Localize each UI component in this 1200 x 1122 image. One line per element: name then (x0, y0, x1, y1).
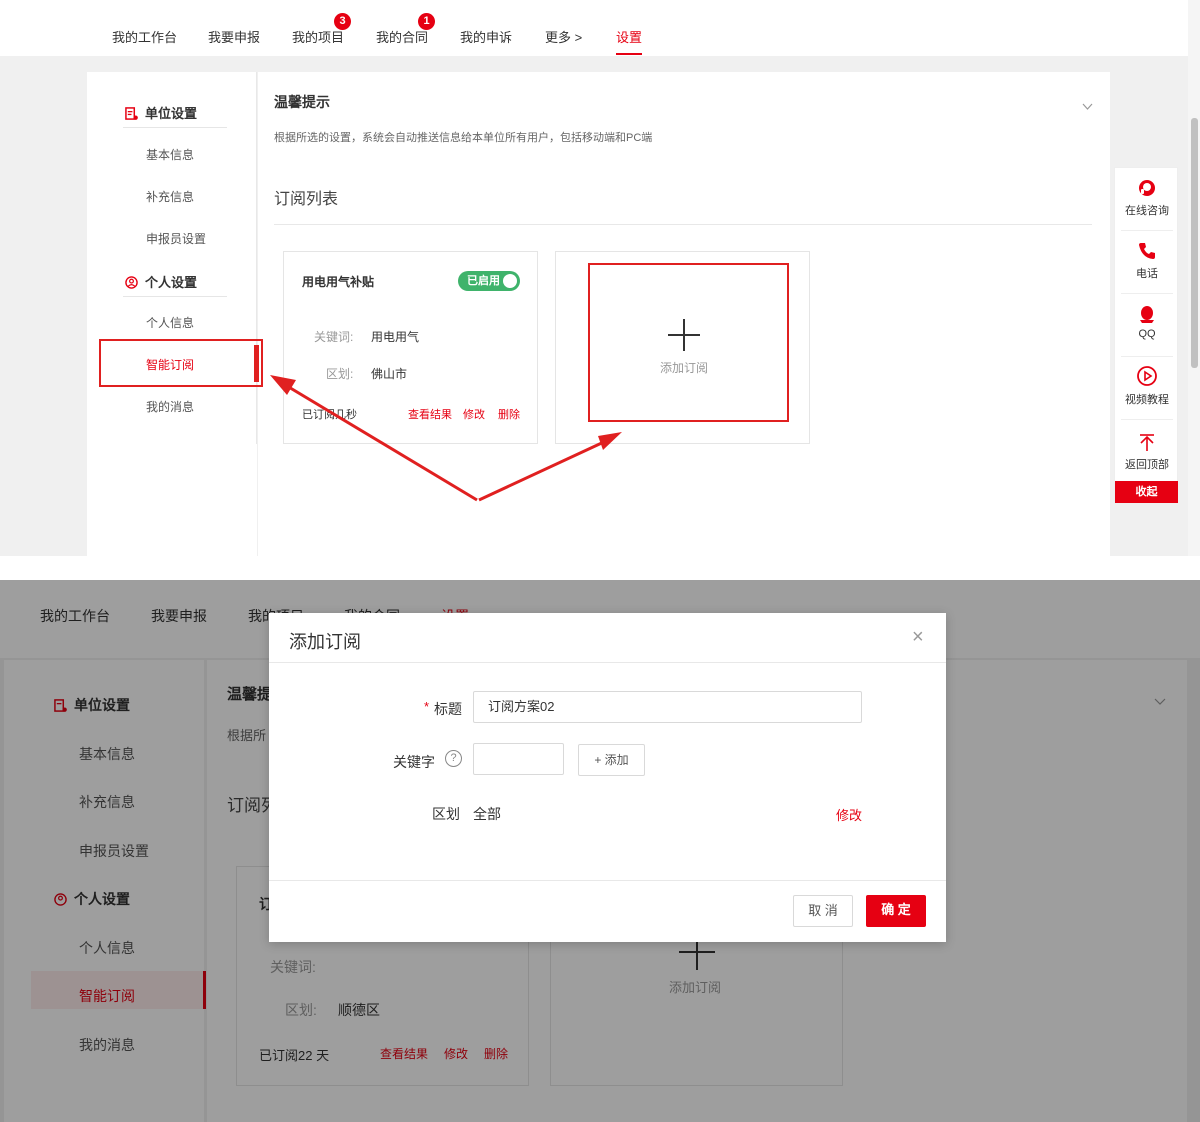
separator (1121, 356, 1173, 357)
screenshot-separator (0, 556, 1200, 580)
phone-label: 电话 (1136, 268, 1158, 280)
qq-penguin-icon (1140, 306, 1154, 323)
modify-district-link[interactable]: 修改 (836, 805, 862, 824)
back-to-top-label: 返回顶部 (1125, 459, 1169, 471)
separator (1121, 230, 1173, 231)
video-tutorial-label: 视频教程 (1125, 394, 1169, 406)
separator (1121, 419, 1173, 420)
floating-service-bar: 在线咨询 电话 QQ 视频教程 返回顶部 (1114, 167, 1178, 503)
headset-icon (1139, 180, 1155, 196)
annotation-arrows (270, 375, 622, 502)
help-icon[interactable]: ? (445, 750, 462, 767)
video-tutorial-button[interactable]: 视频教程 (1115, 365, 1179, 407)
back-to-top-button[interactable]: 返回顶部 (1115, 432, 1179, 472)
play-circle-icon (1137, 366, 1157, 386)
district-label: 区划 (432, 806, 460, 822)
close-icon[interactable]: × (912, 626, 924, 649)
keyword-label: 关键字 (393, 754, 435, 770)
cancel-button[interactable]: 取 消 (793, 895, 853, 927)
online-consult-label: 在线咨询 (1125, 205, 1169, 217)
scrollbar-thumb[interactable] (1191, 118, 1198, 368)
separator (1121, 293, 1173, 294)
confirm-button[interactable]: 确 定 (866, 895, 926, 927)
modal-header: 添加订阅 × (269, 613, 946, 663)
add-keyword-button[interactable]: + 添加 (578, 744, 645, 776)
district-value: 全部 (473, 806, 501, 822)
arrow-up-icon (1140, 434, 1154, 451)
qq-button[interactable]: QQ (1115, 304, 1179, 340)
qq-label: QQ (1138, 328, 1156, 340)
keyword-input[interactable] (473, 743, 564, 775)
phone-button[interactable]: 电话 (1115, 241, 1179, 281)
required-mark: * (424, 699, 430, 714)
settings-page-screenshot: 我的工作台 我要申报 我的项目 3 我的合同 1 我的申诉 更多 > 设置 单位… (0, 0, 1200, 556)
add-subscription-dialog-screenshot: 我的工作台 我要申报 我的项目 我的合同 设置 单位设置 基本信息 补充信息 申… (0, 580, 1200, 1122)
modal-title: 添加订阅 (289, 632, 361, 652)
footer-divider (269, 880, 946, 881)
title-label: 标题 (434, 701, 462, 717)
collapse-button[interactable]: 收起 (1115, 481, 1178, 503)
add-subscription-modal: 添加订阅 × * 标题 订阅方案02 关键字 ? + 添加 区划 全部 修改 取… (269, 613, 946, 942)
phone-icon (1139, 243, 1155, 259)
online-consult-button[interactable]: 在线咨询 (1115, 178, 1179, 218)
title-input[interactable]: 订阅方案02 (473, 691, 862, 723)
